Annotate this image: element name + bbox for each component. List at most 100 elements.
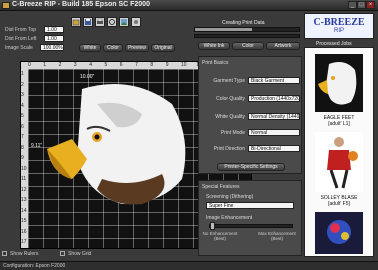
save-icon[interactable] [83, 17, 93, 27]
print-mode-label: Print Mode [220, 130, 245, 136]
ruler-tick: 3 [21, 92, 24, 98]
dist-top-label: Dist From Top [5, 27, 37, 33]
show-rulers-checkbox[interactable] [2, 251, 7, 256]
ruler-tick: 11 [21, 176, 27, 182]
left-ruler: 1 2 3 4 5 6 7 8 9 10 11 12 13 14 15 16 17 [21, 69, 28, 248]
ruler-tick: 9 [21, 155, 24, 161]
height-dimension: 9.11" [31, 143, 43, 149]
open-file-icon[interactable] [71, 17, 81, 27]
status-bar: Configuration: Epson F2000 [0, 261, 378, 270]
enhancement-label: Image Enhancement [206, 215, 253, 221]
ruler-tick: 1 [43, 62, 47, 68]
color-quality-label: Color Quality [216, 96, 245, 102]
ruler-tick: 8 [150, 62, 154, 68]
print-direction-label: Print Direction [213, 146, 245, 152]
original-button[interactable]: Original [151, 44, 175, 52]
enhancement-slider[interactable] [209, 222, 293, 230]
ruler-tick: 8 [21, 144, 24, 151]
ruler-tick: 1 [21, 71, 24, 77]
tab-color[interactable]: Color [232, 42, 264, 50]
close-button[interactable]: × [366, 1, 375, 9]
ruler-tick: 15 [21, 218, 27, 224]
job-thumb-3[interactable] [315, 212, 363, 254]
ruler-tick: 7 [21, 134, 24, 140]
screening-select[interactable]: Super Fine [206, 202, 294, 209]
tab-artwork[interactable]: Artwork [266, 42, 300, 50]
ruler-tick: 6 [21, 123, 24, 130]
ruler-tick: 2 [21, 81, 24, 88]
player-thumb-icon [327, 137, 358, 189]
logo: C-BREEZE RIP [304, 13, 374, 39]
ruler-tick: 5 [104, 62, 108, 68]
print-basics-title: Print Basics [202, 60, 229, 66]
show-rulers-label: Show Rulers [10, 251, 39, 257]
garment-type-select[interactable]: Black Garment [248, 77, 300, 84]
preview-button[interactable]: Preview [125, 44, 149, 52]
ruler-tick: 10 [21, 165, 27, 172]
screening-label: Screening (Dithering) [206, 194, 254, 200]
dist-left-field[interactable]: 1.00 [44, 35, 64, 42]
config-text: Configuration: Epson F2000 [3, 263, 66, 269]
logo-text: C-BREEZE [313, 17, 365, 28]
show-grid-label: Show Grid [68, 251, 92, 257]
no-enhancement-label: No Enhancement (Best) [202, 231, 238, 241]
image-scale-field[interactable]: 100.00% [40, 44, 64, 51]
logo-subtext: RIP [333, 28, 344, 34]
job-thumb-eagle[interactable] [315, 54, 363, 112]
image-scale-label: Image Scale [5, 45, 33, 51]
print-direction-select[interactable]: Bi-Directional [248, 145, 300, 152]
title-bar: C-Breeze RIP - Build 185 Epson SC F2000 … [0, 0, 378, 11]
tab-bar: White Ink Color Artwork [198, 41, 302, 51]
ruler-tick: 13 [21, 197, 27, 203]
status-text: Creating Print Data [222, 20, 265, 26]
ruler-tick: 14 [21, 207, 27, 214]
ruler-tick: 4 [21, 102, 24, 109]
ruler-tick: 12 [21, 186, 27, 193]
ruler-tick: 7 [135, 62, 138, 68]
print-mode-select[interactable]: Normal [248, 129, 300, 136]
ruler-tick: 3 [73, 62, 77, 68]
art-thumb-icon [327, 220, 351, 244]
color-button[interactable]: Color [103, 44, 123, 52]
ruler-tick: 4 [89, 62, 92, 68]
max-enhancement-label: Max Enhancement (Best) [258, 231, 296, 241]
garment-type-label: Garment Type [213, 78, 245, 84]
color-quality-select[interactable]: Production (1440x720) [248, 95, 300, 102]
ruler-tick: 9 [165, 62, 169, 68]
progress-bar-2 [194, 34, 300, 38]
special-features-panel: Special Features Screening (Dithering) S… [198, 180, 302, 256]
app-icon [2, 2, 10, 9]
ruler-tick: 2 [58, 62, 62, 68]
white-quality-select[interactable]: Normal Density (1440x1440) [248, 113, 300, 120]
rotate-icon[interactable] [107, 17, 117, 27]
image-icon[interactable] [119, 17, 129, 27]
special-features-title: Special Features [202, 184, 240, 190]
minimize-button[interactable]: _ [348, 1, 357, 9]
progress-bar [194, 27, 300, 32]
tab-white-ink[interactable]: White Ink [198, 42, 230, 50]
ruler-tick: 10 [181, 62, 187, 68]
white-button[interactable]: White [79, 44, 101, 52]
window-title: C-Breeze RIP - Build 185 Epson SC F2000 [12, 1, 150, 8]
print-basics-panel: Print Basics Garment Type Black Garment … [198, 56, 302, 174]
ruler-tick: 5 [21, 113, 24, 119]
processed-jobs-list[interactable]: EAGLE FEET [adult' L1] SOLLEY BLASE [adu… [304, 47, 374, 257]
ruler-tick: 16 [21, 228, 27, 235]
ruler-tick: 17 [21, 239, 27, 245]
eagle-thumb-icon [318, 62, 357, 105]
ruler-tick: 6 [119, 62, 123, 68]
settings-icon[interactable] [131, 17, 141, 27]
show-grid-checkbox[interactable] [60, 251, 65, 256]
slider-thumb[interactable] [210, 222, 215, 230]
dist-top-field[interactable]: 1.00 [44, 26, 64, 33]
job-sub-2: [adult' F5] [328, 201, 350, 207]
print-icon[interactable] [95, 17, 105, 27]
printer-settings-button[interactable]: Printer-Specific Settings [217, 163, 285, 171]
maximize-button[interactable]: □ [357, 1, 366, 9]
eagle-artwork[interactable] [42, 79, 192, 209]
white-quality-label: White Quality [215, 114, 245, 120]
job-sub-1: [adult' L1] [328, 121, 350, 127]
job-thumb-player[interactable] [315, 132, 363, 192]
dist-left-label: Dist From Left [5, 36, 37, 42]
ruler-tick: 0 [28, 62, 31, 68]
